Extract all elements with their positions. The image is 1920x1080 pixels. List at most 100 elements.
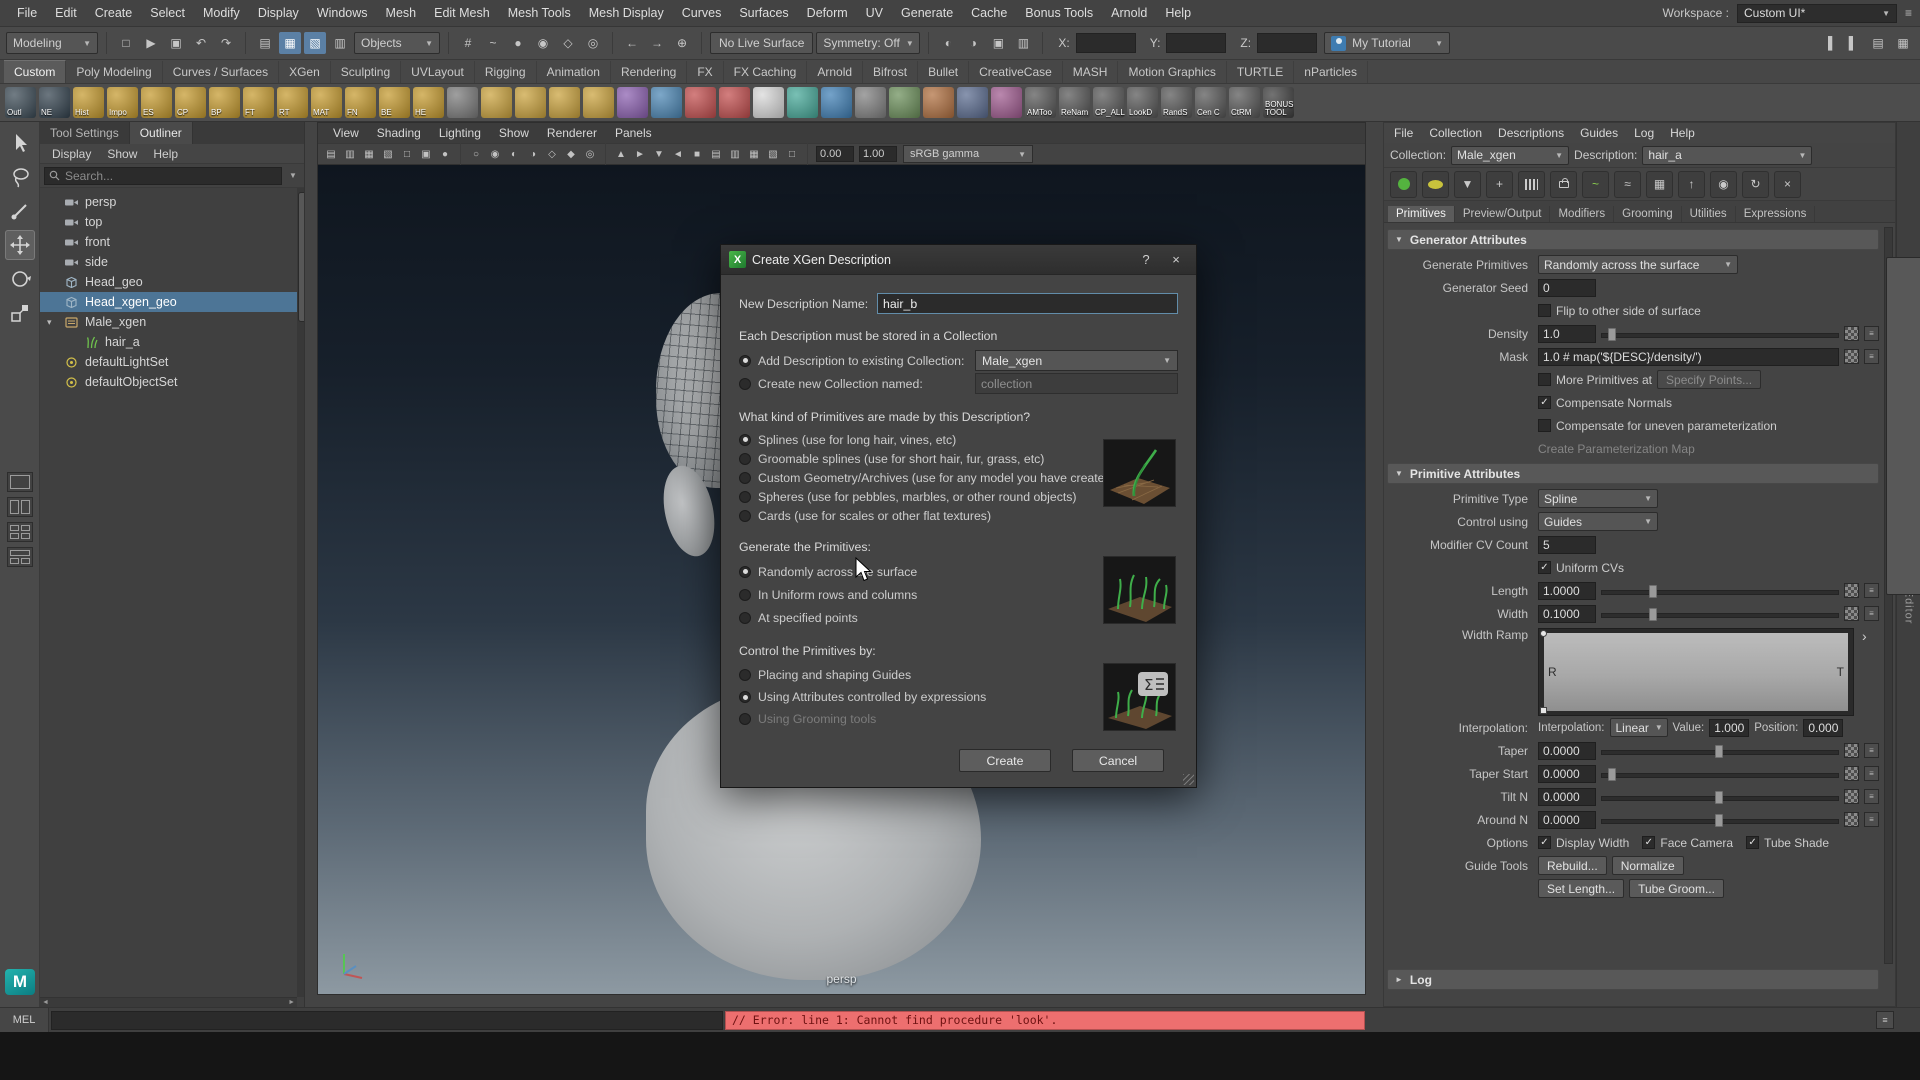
safe-action-icon[interactable]: ◆	[562, 145, 580, 163]
expand-arrow-icon[interactable]: ▾	[47, 317, 59, 328]
outliner-item-hair-a[interactable]: hair_a	[40, 332, 304, 352]
snap-grid-icon[interactable]: #	[457, 32, 479, 54]
film-gate-icon[interactable]: ◉	[486, 145, 504, 163]
gamma-field[interactable]: 1.00	[859, 146, 897, 162]
outliner-item-defaultobjectset[interactable]: defaultObjectSet	[40, 372, 304, 392]
xgen-menu-collection[interactable]: Collection	[1421, 126, 1490, 140]
frame-all-icon[interactable]: ▲	[612, 145, 630, 163]
slider-handle[interactable]	[1608, 328, 1616, 341]
outliner-horizontal-scrollbar[interactable]: ◄►	[40, 997, 297, 1007]
menu-surfaces[interactable]: Surfaces	[730, 0, 797, 26]
shelf-item-cp[interactable]: CP	[175, 87, 206, 118]
save-scene-icon[interactable]: ▣	[165, 32, 187, 54]
shelf-item-21[interactable]	[685, 87, 716, 118]
xray-icon[interactable]: □	[783, 145, 801, 163]
radio-unselected-icon[interactable]	[739, 589, 751, 601]
expression-icon[interactable]: ≡	[1864, 583, 1879, 598]
width-slider[interactable]	[1601, 606, 1839, 622]
rebuild-button[interactable]: Rebuild...	[1538, 856, 1607, 875]
shelf-item-es[interactable]: ES	[141, 87, 172, 118]
viewport-menu-lighting[interactable]: Lighting	[430, 126, 490, 140]
shelf-item-cp-all[interactable]: CP_ALL	[1093, 87, 1124, 118]
shelf-tab-rendering[interactable]: Rendering	[611, 61, 687, 83]
shelf-item-rt[interactable]: RT	[277, 87, 308, 118]
radio-unselected-icon[interactable]	[739, 612, 751, 624]
more-primitives-at-checkbox[interactable]	[1538, 373, 1551, 386]
collection-option-add-description-to-existing-collection[interactable]: Add Description to existing Collection:M…	[739, 349, 1178, 372]
filter-dropdown-icon[interactable]: ▼	[286, 171, 300, 180]
shelf-item-23[interactable]	[753, 87, 784, 118]
slider-handle[interactable]	[1649, 608, 1657, 621]
modeling-menu-select[interactable]: Modeling▼	[6, 32, 98, 54]
collection-select[interactable]: Male_xgen▼	[1451, 146, 1569, 165]
shelf-tab-fx-caching[interactable]: FX Caching	[724, 61, 808, 83]
menu-arnold[interactable]: Arnold	[1102, 0, 1156, 26]
xgen-menu-file[interactable]: File	[1386, 126, 1421, 140]
shelf-tab-curves-surfaces[interactable]: Curves / Surfaces	[163, 61, 279, 83]
radio-unselected-icon[interactable]	[739, 713, 751, 725]
snap-view-plane-icon[interactable]: ◇	[557, 32, 579, 54]
comb-icon[interactable]	[1518, 171, 1545, 198]
slider-handle[interactable]	[1715, 814, 1723, 827]
move-tool[interactable]	[5, 230, 35, 260]
mel-label[interactable]: MEL	[0, 1008, 49, 1033]
viewport-menu-view[interactable]: View	[324, 126, 368, 140]
face-camera-checkbox[interactable]: ✓	[1642, 836, 1655, 849]
shelf-tab-sculpting[interactable]: Sculpting	[331, 61, 401, 83]
shelf-item-ne[interactable]: NE	[39, 87, 70, 118]
shelf-item-ctrm[interactable]: CtRM	[1229, 87, 1260, 118]
xgen-tab-expressions[interactable]: Expressions	[1736, 206, 1816, 222]
shelf-tab-uvlayout[interactable]: UVLayout	[401, 61, 475, 83]
export-patches-icon[interactable]: ↑	[1678, 171, 1705, 198]
xgen-tab-preview-output[interactable]: Preview/Output	[1455, 206, 1551, 222]
image-plane-icon[interactable]: □	[398, 145, 416, 163]
clear-preview-icon[interactable]: ×	[1774, 171, 1801, 198]
radio-selected-icon[interactable]	[739, 434, 751, 446]
menu-mesh-tools[interactable]: Mesh Tools	[499, 0, 580, 26]
generator-seed-field[interactable]: 0	[1538, 279, 1596, 297]
radio-unselected-icon[interactable]	[739, 378, 751, 390]
shelf-item-bonus-tool[interactable]: BONUS TOOL	[1263, 87, 1294, 118]
curve-utilities-icon[interactable]: ≈	[1614, 171, 1641, 198]
taper-start-field[interactable]: 0.0000	[1538, 765, 1596, 783]
tilt-n-field[interactable]: 0.0000	[1538, 788, 1596, 806]
shelf-item-bp[interactable]: BP	[209, 87, 240, 118]
add-primitives-icon[interactable]: +	[1486, 171, 1513, 198]
shadows-icon[interactable]: ◄	[669, 145, 687, 163]
render-icon[interactable]: ◐	[937, 32, 959, 54]
menu-mesh[interactable]: Mesh	[377, 0, 426, 26]
dialog-titlebar[interactable]: X Create XGen Description ? ×	[721, 245, 1196, 275]
slider-handle[interactable]	[1608, 768, 1616, 781]
select-tool[interactable]	[5, 128, 35, 158]
layout-preset-2[interactable]	[7, 497, 33, 517]
cancel-button[interactable]: Cancel	[1072, 749, 1164, 772]
radio-unselected-icon[interactable]	[739, 472, 751, 484]
lighting-icon[interactable]: ▼	[650, 145, 668, 163]
select-object-icon[interactable]: ▦	[279, 32, 301, 54]
menu-display[interactable]: Display	[249, 0, 308, 26]
texture-map-icon[interactable]	[1844, 583, 1859, 598]
texture-map-icon[interactable]	[1844, 743, 1859, 758]
ramp-position-field[interactable]: 0.000	[1803, 719, 1843, 737]
gate-mask-icon[interactable]: ◑	[524, 145, 542, 163]
collection-option-create-new-collection-named[interactable]: Create new Collection named:collection	[739, 372, 1178, 395]
section-log[interactable]: ►Log	[1387, 969, 1879, 990]
outliner-item-male-xgen[interactable]: ▾Male_xgen	[40, 312, 304, 332]
shelf-item-be[interactable]: BE	[379, 87, 410, 118]
sidebar-channel-box-icon[interactable]: ▤	[1867, 32, 1889, 54]
grease-pencil-icon[interactable]: ●	[436, 145, 454, 163]
shelf-item-cen-c[interactable]: Cen C	[1195, 87, 1226, 118]
radio-unselected-icon[interactable]	[739, 510, 751, 522]
flip-to-other-side-of-surface-checkbox[interactable]	[1538, 304, 1551, 317]
radio-unselected-icon[interactable]	[739, 491, 751, 503]
shelf-tab-mash[interactable]: MASH	[1063, 61, 1119, 83]
outliner-menu-display[interactable]: Display	[44, 147, 99, 161]
menu-cache[interactable]: Cache	[962, 0, 1016, 26]
viewport-menu-shading[interactable]: Shading	[368, 126, 430, 140]
exposure-field[interactable]: 0.00	[816, 146, 854, 162]
expression-icon[interactable]: ≡	[1864, 789, 1879, 804]
texture-map-icon[interactable]	[1844, 349, 1859, 364]
menu-edit[interactable]: Edit	[46, 0, 86, 26]
select-hierarchy-icon[interactable]: ▤	[254, 32, 276, 54]
scrollbar-thumb[interactable]	[1886, 257, 1920, 595]
